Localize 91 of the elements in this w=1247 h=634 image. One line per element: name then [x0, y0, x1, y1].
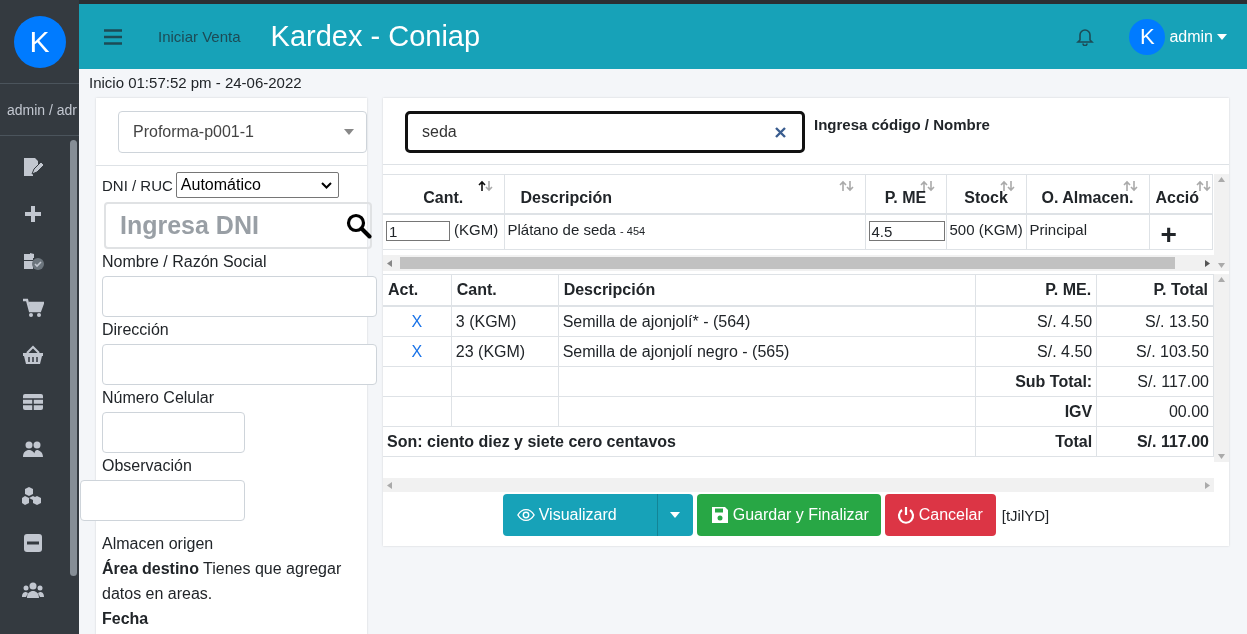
input-field[interactable]	[102, 344, 377, 385]
eye-icon	[516, 506, 535, 524]
dropdown-toggle[interactable]	[656, 494, 693, 536]
table-cell: 3 (KGM)	[451, 306, 559, 337]
scroll-left-arrow-icon[interactable]	[387, 481, 392, 489]
clear-icon[interactable]	[775, 126, 786, 138]
column-header: Descripción	[558, 274, 976, 306]
app-title: Kardex - Coniap	[270, 20, 481, 53]
user-avatar: K	[1129, 18, 1166, 55]
shopping-cart-icon[interactable]	[21, 297, 44, 319]
remove-link[interactable]: X	[411, 342, 423, 360]
table-cell: Semilla de ajonjolí* - (564)	[558, 306, 976, 337]
menu-icon[interactable]	[104, 28, 122, 45]
summary-label: Sub Total:	[975, 366, 1097, 397]
table-cell: 500 (KGM)	[946, 213, 1026, 250]
user-avatar: K	[13, 15, 66, 68]
field-label: Dirección	[102, 321, 170, 340]
add-button[interactable]: +	[1160, 220, 1177, 249]
field-label: Nombre / Razón Social	[102, 253, 268, 272]
summary-value: S/. 117.00	[1096, 366, 1214, 397]
cancel-button[interactable]: Cancelar	[884, 494, 996, 536]
product-search-field[interactable]: seda	[405, 111, 805, 153]
table-cell: Principal	[1026, 213, 1149, 250]
minus-square-icon[interactable]	[21, 532, 44, 554]
scroll-down-arrow-icon[interactable]	[1218, 454, 1225, 459]
search-hint: Ingresa código / Nombre	[814, 116, 990, 133]
caret-icon	[670, 512, 681, 518]
dropdown-caret-icon	[344, 128, 354, 135]
table-cell: Semilla de ajonjolí negro - (565)	[558, 336, 976, 367]
column-header[interactable]: Cant.	[383, 174, 504, 214]
chevron-down-icon	[320, 181, 332, 189]
table-cell: S/. 103.50	[1096, 336, 1214, 367]
session-start-text: Inicio 01:57:52 pm - 24-06-2022	[88, 73, 303, 93]
field-label: Observación	[102, 457, 193, 476]
scroll-left-arrow-icon[interactable]	[387, 259, 392, 267]
horizontal-scrollbar[interactable]	[383, 255, 1214, 271]
input-field[interactable]	[80, 480, 245, 521]
column-header: Act.	[383, 274, 452, 306]
column-header[interactable]: Acció	[1149, 174, 1212, 214]
price-input[interactable]: 4.5	[868, 220, 945, 241]
column-header: P. ME.	[975, 274, 1097, 306]
unit-text: (KGM)	[454, 220, 499, 238]
sidebar-scrollbar[interactable]	[70, 140, 77, 576]
sort-arrows-icon[interactable]	[477, 180, 494, 192]
scroll-down-arrow-icon[interactable]	[1218, 263, 1225, 268]
sort-arrows-icon[interactable]	[919, 180, 936, 192]
id-label: DNI / RUC	[102, 176, 173, 194]
input-field[interactable]	[102, 412, 245, 453]
table-cell: S/. 13.50	[1096, 306, 1214, 337]
document-select[interactable]: Proforma-p001-1	[118, 110, 367, 153]
column-header: P. Total	[1096, 274, 1214, 306]
notification-bell-icon[interactable]	[1076, 27, 1095, 46]
area-note: Área destino Tienes que agregar datos en areas.	[102, 558, 343, 604]
date-label: Fecha	[102, 609, 150, 629]
vertical-scrollbar[interactable]	[1214, 274, 1229, 462]
basket-icon[interactable]	[21, 344, 44, 366]
column-header: Cant.	[451, 274, 559, 306]
summary-value: S/. 117.00	[1096, 426, 1214, 457]
boxes-check-icon[interactable]	[21, 250, 44, 272]
reference-code: [tJilYD]	[1001, 506, 1050, 524]
remove-link[interactable]: X	[411, 312, 423, 330]
column-header[interactable]: Descripción	[504, 174, 865, 214]
id-type-select[interactable]: Automático	[175, 172, 339, 198]
scroll-up-arrow-icon[interactable]	[1218, 277, 1225, 282]
scroll-right-arrow-icon[interactable]	[1205, 259, 1210, 267]
vertical-scrollbar[interactable]	[1214, 174, 1229, 271]
summary-label: Total	[975, 426, 1097, 457]
summary-value: 00.00	[1096, 396, 1214, 427]
summary-label: IGV	[975, 396, 1097, 427]
field-label: Número Celular	[102, 389, 216, 408]
product-name: Plátano de seda	[507, 220, 616, 238]
product-code: - 454	[620, 224, 646, 237]
column-header[interactable]: O. Almacen.	[1026, 174, 1149, 214]
power-icon	[896, 506, 915, 524]
table-cell: S/. 4.50	[975, 306, 1097, 337]
edit-document-icon[interactable]	[21, 156, 44, 178]
warehouse-label: Almacen origen	[102, 534, 215, 554]
column-header[interactable]: Stock	[946, 174, 1026, 214]
quantity-input[interactable]: 1	[386, 220, 450, 241]
horizontal-scrollbar[interactable]	[383, 478, 1214, 492]
scroll-up-arrow-icon[interactable]	[1218, 177, 1225, 182]
caret-icon[interactable]	[1217, 33, 1227, 40]
sidebar-user-name: admin / adr	[0, 84, 79, 136]
input-field[interactable]	[102, 276, 377, 317]
table-icon[interactable]	[21, 391, 44, 413]
amount-in-words: Son: ciento diez y siete cero centavos	[383, 426, 976, 457]
search-icon[interactable]	[346, 212, 372, 239]
cubes-icon[interactable]	[21, 485, 44, 507]
column-header[interactable]: P. ME	[865, 174, 946, 214]
table-cell: S/. 4.50	[975, 336, 1097, 367]
table-cell: 23 (KGM)	[451, 336, 559, 367]
